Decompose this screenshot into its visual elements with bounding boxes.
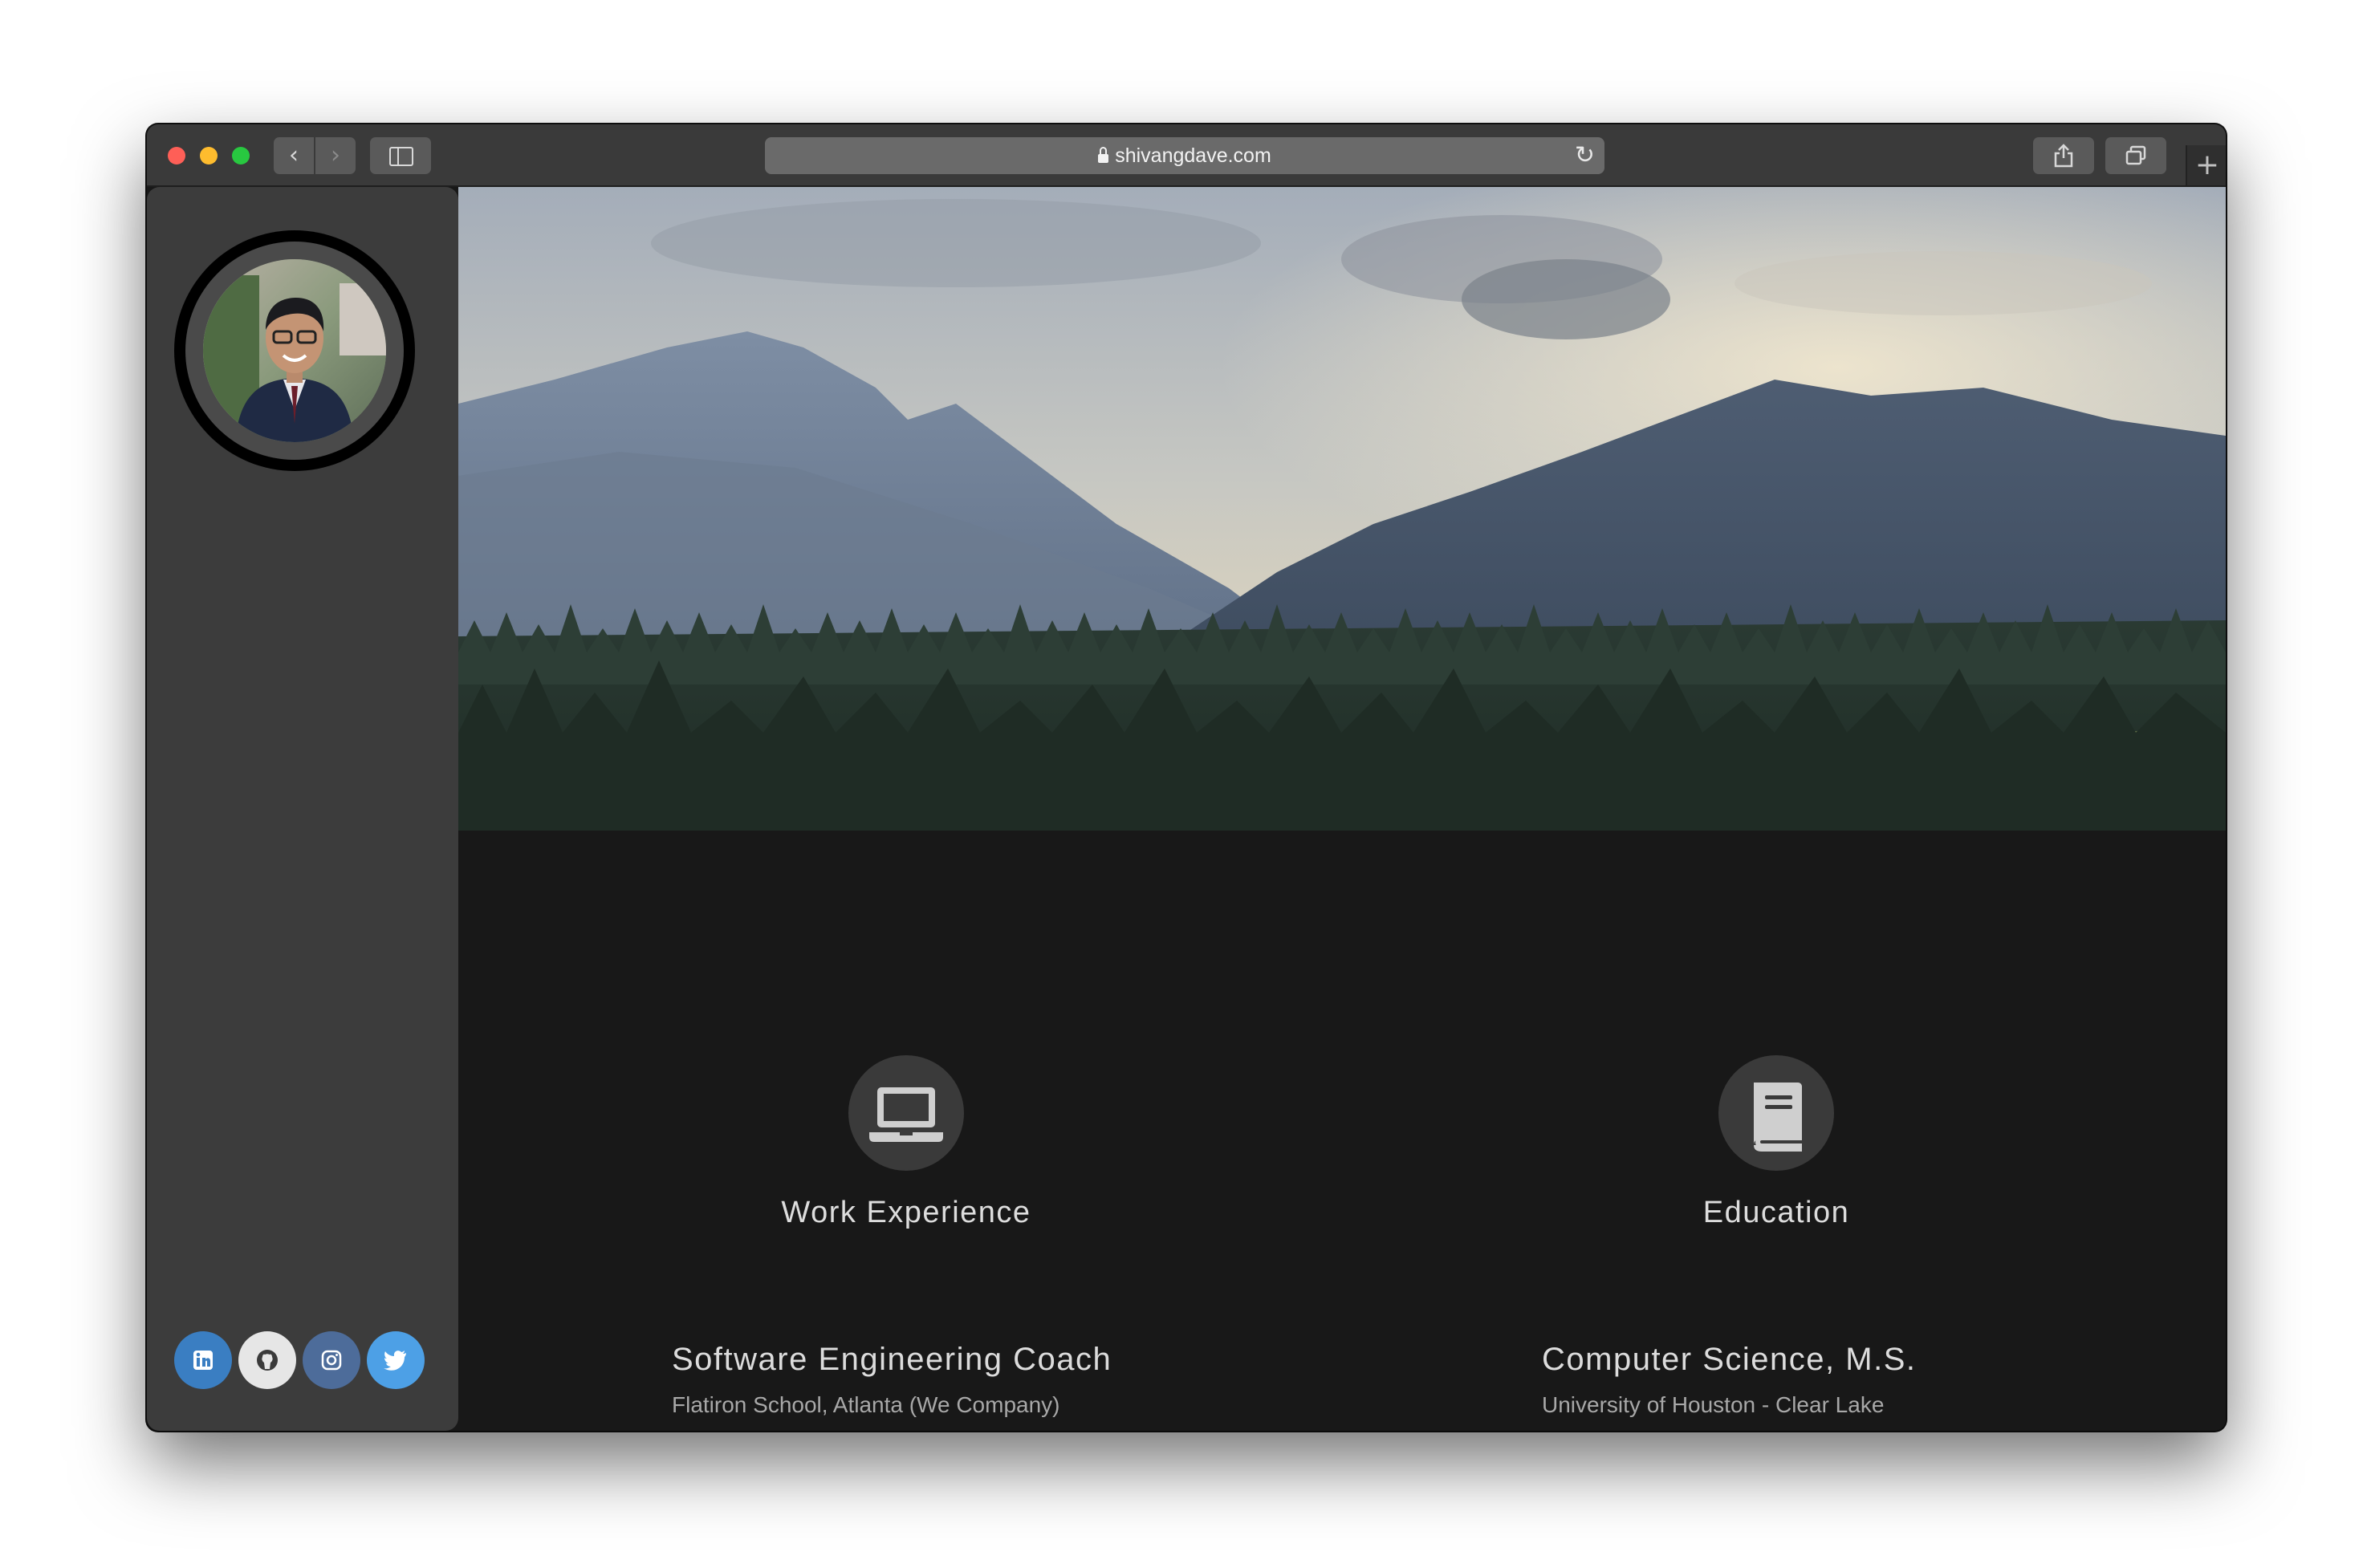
avatar-frame bbox=[174, 230, 415, 471]
twitter-icon bbox=[384, 1351, 406, 1371]
close-window-button[interactable] bbox=[168, 147, 185, 165]
resume-section: Work Experience Education Software Engin… bbox=[458, 831, 2226, 1431]
avatar[interactable] bbox=[203, 259, 386, 442]
github-icon bbox=[257, 1350, 278, 1371]
back-button[interactable]: ‹ bbox=[274, 137, 314, 174]
sidebar-icon bbox=[389, 147, 413, 166]
job-title: Software Engineering Coach bbox=[672, 1342, 1112, 1377]
degree-title: Computer Science, M.S. bbox=[1542, 1342, 1917, 1377]
linkedin-button[interactable] bbox=[174, 1331, 232, 1389]
zoom-window-button[interactable] bbox=[232, 147, 250, 165]
tabs-overview-icon bbox=[2125, 145, 2146, 165]
work-experience-badge bbox=[848, 1055, 964, 1171]
education-heading: Education bbox=[1702, 1196, 1850, 1229]
new-tab-button[interactable]: + bbox=[2186, 145, 2226, 185]
reload-icon[interactable]: ↻ bbox=[1575, 137, 1595, 174]
job-company: Flatiron School, Atlanta (We Company) bbox=[672, 1392, 1060, 1417]
forward-button[interactable]: › bbox=[315, 137, 356, 174]
sidebar-toggle-button[interactable] bbox=[370, 137, 431, 174]
profile-sidebar bbox=[147, 187, 458, 1431]
degree-school: University of Houston - Clear Lake bbox=[1542, 1392, 1885, 1417]
linkedin-icon bbox=[193, 1351, 213, 1370]
mountain-landscape-image bbox=[458, 187, 2226, 831]
work-experience-heading: Work Experience bbox=[781, 1196, 1031, 1229]
instagram-button[interactable] bbox=[303, 1331, 360, 1389]
profile-photo bbox=[203, 259, 386, 442]
laptop-icon bbox=[869, 1087, 943, 1142]
plus-icon: + bbox=[2194, 148, 2220, 181]
share-icon bbox=[2054, 144, 2073, 168]
web-page: Work Experience Education Software Engin… bbox=[147, 187, 2226, 1431]
hero-banner bbox=[458, 187, 2226, 831]
github-button[interactable] bbox=[238, 1331, 296, 1389]
lock-icon bbox=[1098, 147, 1109, 163]
browser-toolbar: ‹ › shivangdave.com ↻ + bbox=[147, 124, 2226, 187]
browser-window: ‹ › shivangdave.com ↻ + Work Experience … bbox=[147, 124, 2226, 1431]
instagram-icon bbox=[321, 1350, 342, 1371]
twitter-button[interactable] bbox=[367, 1331, 425, 1389]
show-tabs-button[interactable] bbox=[2105, 137, 2166, 174]
address-bar[interactable]: shivangdave.com ↻ bbox=[765, 137, 1604, 174]
url-text: shivangdave.com bbox=[1115, 144, 1271, 167]
minimize-window-button[interactable] bbox=[200, 147, 218, 165]
education-badge bbox=[1718, 1055, 1834, 1171]
book-icon bbox=[1754, 1083, 1802, 1152]
chevron-left-icon: ‹ bbox=[289, 141, 299, 169]
share-button[interactable] bbox=[2033, 137, 2094, 174]
chevron-right-icon: › bbox=[331, 141, 340, 169]
